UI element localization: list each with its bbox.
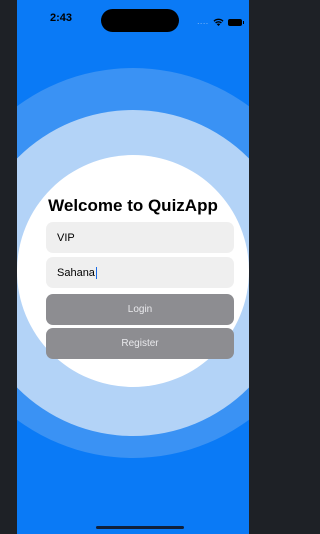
home-indicator[interactable] xyxy=(96,526,184,529)
password-value: Sahana xyxy=(57,266,95,279)
username-field[interactable]: VIP xyxy=(46,222,234,253)
battery-icon xyxy=(228,18,244,26)
register-button[interactable]: Register xyxy=(46,328,234,359)
status-bar: 2:43 .... xyxy=(17,0,249,40)
phone-screen: 2:43 .... Welcome to QuizApp VIP Sahana … xyxy=(17,0,249,534)
page-title: Welcome to QuizApp xyxy=(48,196,218,215)
wifi-icon xyxy=(213,13,224,31)
text-caret xyxy=(95,266,97,279)
username-value: VIP xyxy=(57,231,75,244)
status-icons: .... xyxy=(197,13,244,31)
signal-indicator: .... xyxy=(197,18,209,26)
dynamic-island xyxy=(101,9,179,32)
login-button[interactable]: Login xyxy=(46,294,234,325)
status-time: 2:43 xyxy=(50,12,73,24)
password-field[interactable]: Sahana xyxy=(46,257,234,288)
